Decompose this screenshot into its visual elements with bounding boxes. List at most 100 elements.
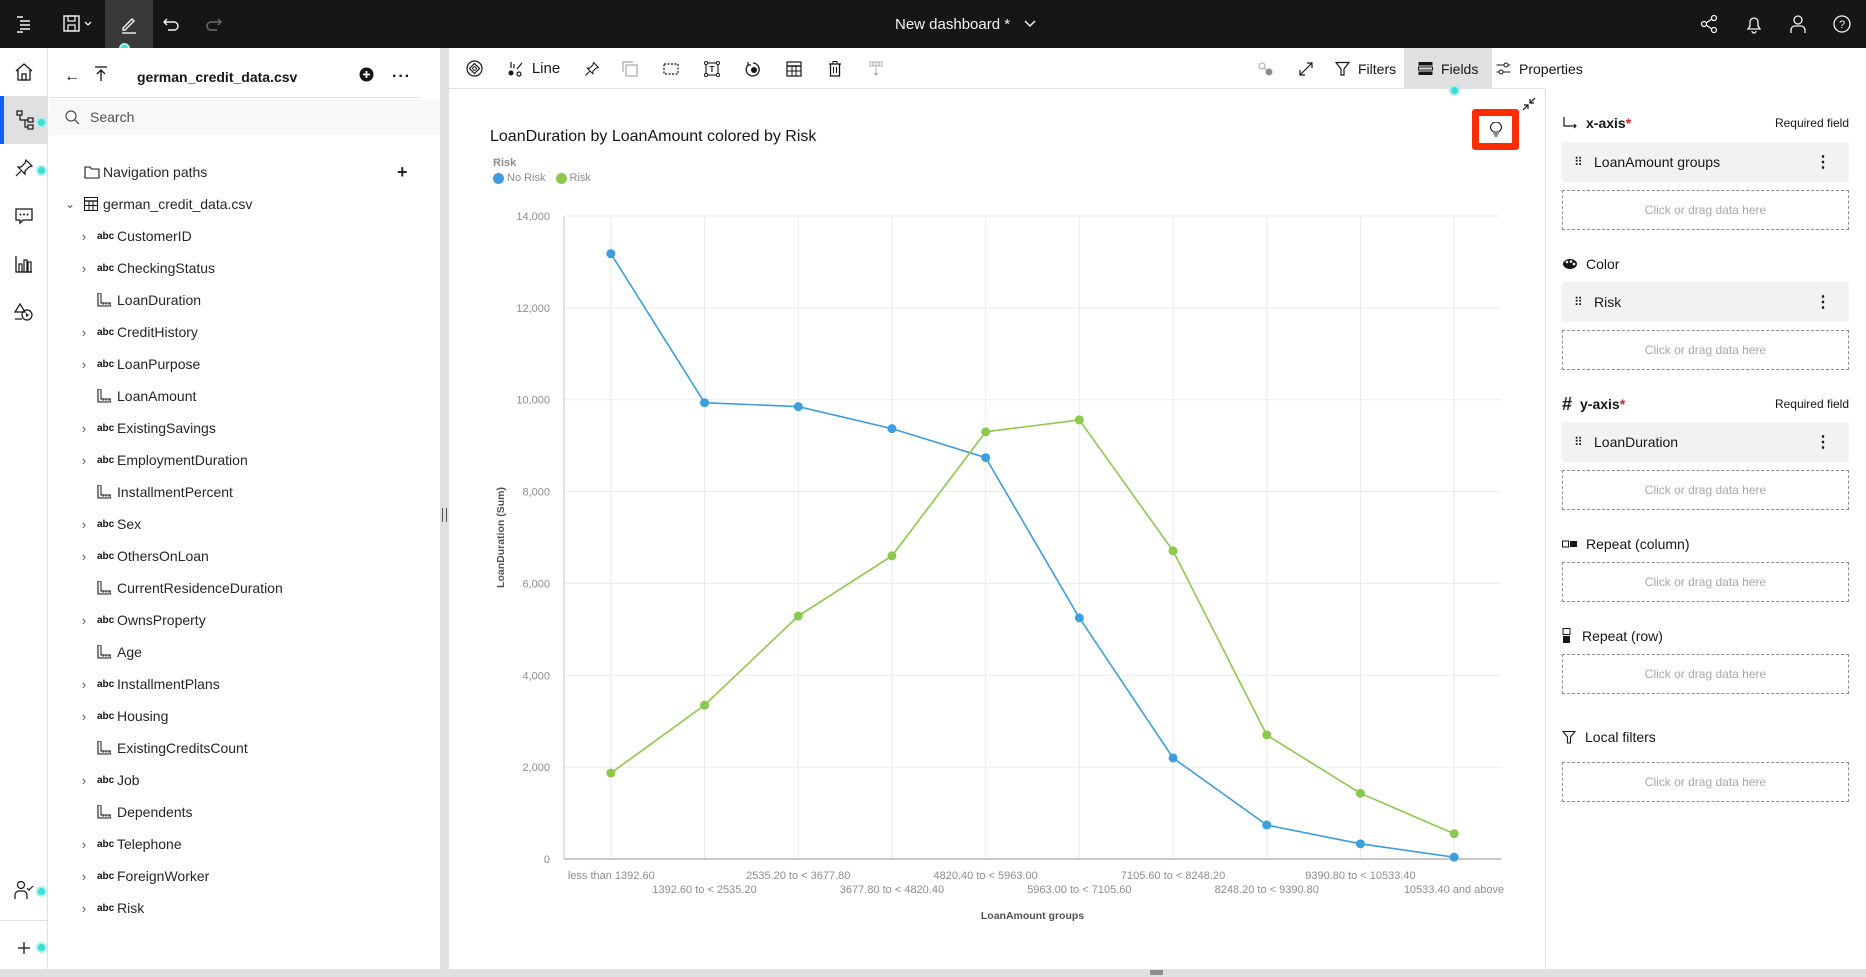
x-axis-dropzone[interactable]: Click or drag data here	[1562, 190, 1849, 230]
x-tick-label: 10533.40 and above	[1404, 884, 1504, 896]
text-type-icon: abc	[97, 710, 115, 722]
user-icon[interactable]	[1774, 0, 1822, 48]
overflow-menu-icon[interactable]: ⋮	[1815, 432, 1831, 452]
text-type-icon: abc	[97, 838, 115, 850]
y-axis-dropzone[interactable]: Click or drag data here	[1562, 470, 1849, 510]
tree-item-field[interactable]: › abc Job	[49, 764, 429, 796]
overflow-menu-icon[interactable]: ···	[392, 68, 411, 86]
chevron-right-icon[interactable]: ›	[77, 517, 91, 532]
tree-item-field[interactable]: › abc ExistingSavings	[49, 412, 429, 444]
chevron-right-icon[interactable]: ›	[77, 229, 91, 244]
tree-item-field[interactable]: › abc InstallmentPlans	[49, 668, 429, 700]
resize-handle[interactable]	[442, 508, 447, 522]
back-arrow-icon[interactable]: ←	[64, 68, 80, 86]
menu-icon[interactable]	[0, 0, 48, 48]
data-point	[981, 453, 991, 463]
chevron-right-icon[interactable]: ›	[77, 549, 91, 564]
data-point	[1074, 613, 1084, 623]
chevron-right-icon[interactable]: ›	[77, 837, 91, 852]
color-dropzone[interactable]: Click or drag data here	[1562, 330, 1849, 370]
rail-visualizations[interactable]	[0, 240, 48, 288]
chevron-right-icon[interactable]: ›	[77, 901, 91, 916]
tree-item-field[interactable]: › abc CreditHistory	[49, 316, 429, 348]
drag-handle-icon[interactable]: ⠿	[1574, 155, 1583, 169]
tree-item-label: ExistingSavings	[117, 420, 216, 436]
tree-item-field[interactable]: ExistingCreditsCount	[49, 732, 429, 764]
color-field-chip[interactable]: ⠿ Risk ⋮	[1562, 282, 1849, 322]
chevron-right-icon[interactable]: ›	[77, 261, 91, 276]
share-icon[interactable]	[1685, 0, 1733, 48]
save-button[interactable]	[54, 0, 102, 48]
chevron-right-icon[interactable]: ›	[77, 869, 91, 884]
overflow-menu-icon[interactable]: ⋮	[1815, 152, 1831, 172]
rail-home[interactable]	[0, 48, 48, 96]
tree-item-field[interactable]: Age	[49, 636, 429, 668]
repeat-column-label: Repeat (column)	[1586, 536, 1690, 552]
x-tick-label: 9390.80 to < 10533.40	[1305, 870, 1415, 882]
tree-item-field[interactable]: › abc Sex	[49, 508, 429, 540]
search-input[interactable]	[90, 109, 390, 125]
undo-button[interactable]	[147, 0, 195, 48]
overflow-menu-icon[interactable]: ⋮	[1815, 292, 1831, 312]
tree-item-field[interactable]: › abc Housing	[49, 700, 429, 732]
chevron-right-icon[interactable]: ›	[77, 421, 91, 436]
tree-item-field[interactable]: › abc OwnsProperty	[49, 604, 429, 636]
chevron-right-icon[interactable]: ›	[77, 453, 91, 468]
y-axis-field-chip[interactable]: ⠿ LoanDuration ⋮	[1562, 422, 1849, 462]
local-filters-dropzone[interactable]: Click or drag data here	[1562, 762, 1849, 802]
edit-button[interactable]	[105, 0, 153, 48]
tree-item-field[interactable]: › abc EmploymentDuration	[49, 444, 429, 476]
chevron-right-icon[interactable]: ›	[77, 709, 91, 724]
required-text: Required field	[1774, 397, 1849, 411]
tree-item-field[interactable]: › abc ForeignWorker	[49, 860, 429, 892]
add-navigation-path-icon[interactable]: +	[397, 162, 408, 183]
chevron-right-icon[interactable]: ›	[77, 357, 91, 372]
drag-handle-icon[interactable]: ⠿	[1574, 295, 1583, 309]
redo-button[interactable]	[190, 0, 238, 48]
chevron-right-icon[interactable]: ›	[77, 773, 91, 788]
repeat-row-dropzone[interactable]: Click or drag data here	[1562, 654, 1849, 694]
tree-item-label: Risk	[117, 900, 145, 916]
tree-item-field[interactable]: › abc CustomerID	[49, 220, 429, 252]
tree-item-field[interactable]: › abc Risk	[49, 892, 429, 924]
tree-item-field[interactable]: › abc Telephone	[49, 828, 429, 860]
scroll-handle[interactable]	[1150, 970, 1163, 975]
repeat-column-dropzone[interactable]: Click or drag data here	[1562, 562, 1849, 602]
chevron-right-icon[interactable]: ›	[77, 325, 91, 340]
upload-icon[interactable]	[94, 66, 108, 87]
notification-icon[interactable]	[1730, 0, 1778, 48]
help-icon[interactable]: ?	[1818, 0, 1866, 48]
line-chart: 0 2,000 4,000 6,000 8,000 10,000 12,000 14,000 l…	[495, 211, 1504, 922]
tree-item-field[interactable]: InstallmentPercent	[49, 476, 429, 508]
x-axis-field-chip[interactable]: ⠿ LoanAmount groups ⋮	[1562, 142, 1849, 182]
rail-assistant[interactable]	[0, 288, 48, 336]
tree-item-field[interactable]: › abc LoanPurpose	[49, 348, 429, 380]
tree-item-navigation-paths[interactable]: Navigation paths +	[49, 156, 429, 188]
text-type-icon: abc	[97, 614, 115, 626]
dashboard-title-dropdown[interactable]: New dashboard *	[895, 0, 1036, 48]
panel-splitter[interactable]	[440, 48, 449, 969]
color-label: Color	[1586, 256, 1620, 272]
y-axis-header: # y-axis * Required field	[1562, 392, 1849, 416]
tree-item-field[interactable]: LoanDuration	[49, 284, 429, 316]
tree-item-field[interactable]: › abc CheckingStatus	[49, 252, 429, 284]
data-point	[887, 551, 897, 561]
chevron-right-icon[interactable]: ›	[77, 613, 91, 628]
measure-icon	[97, 581, 111, 595]
panel-header: ← german_credit_data.csv ···	[49, 56, 419, 98]
chevron-down-icon[interactable]: ⌄	[63, 197, 77, 211]
bottom-scrollbar[interactable]	[0, 969, 1866, 977]
series-line-risk	[610, 419, 1455, 835]
color-header: Color	[1562, 252, 1849, 276]
tree-item-field[interactable]: › abc OthersOnLoan	[49, 540, 429, 572]
tree-item-field[interactable]: LoanAmount	[49, 380, 429, 412]
add-circle-icon[interactable]	[359, 67, 374, 87]
rail-comments[interactable]	[0, 192, 48, 240]
chevron-right-icon[interactable]: ›	[77, 677, 91, 692]
comment-icon	[15, 208, 33, 225]
tree-item-field[interactable]: Dependents	[49, 796, 429, 828]
home-icon	[15, 63, 33, 81]
tree-item-field[interactable]: CurrentResidenceDuration	[49, 572, 429, 604]
tree-item-dataset[interactable]: ⌄ german_credit_data.csv	[49, 188, 429, 220]
drag-handle-icon[interactable]: ⠿	[1574, 435, 1583, 449]
